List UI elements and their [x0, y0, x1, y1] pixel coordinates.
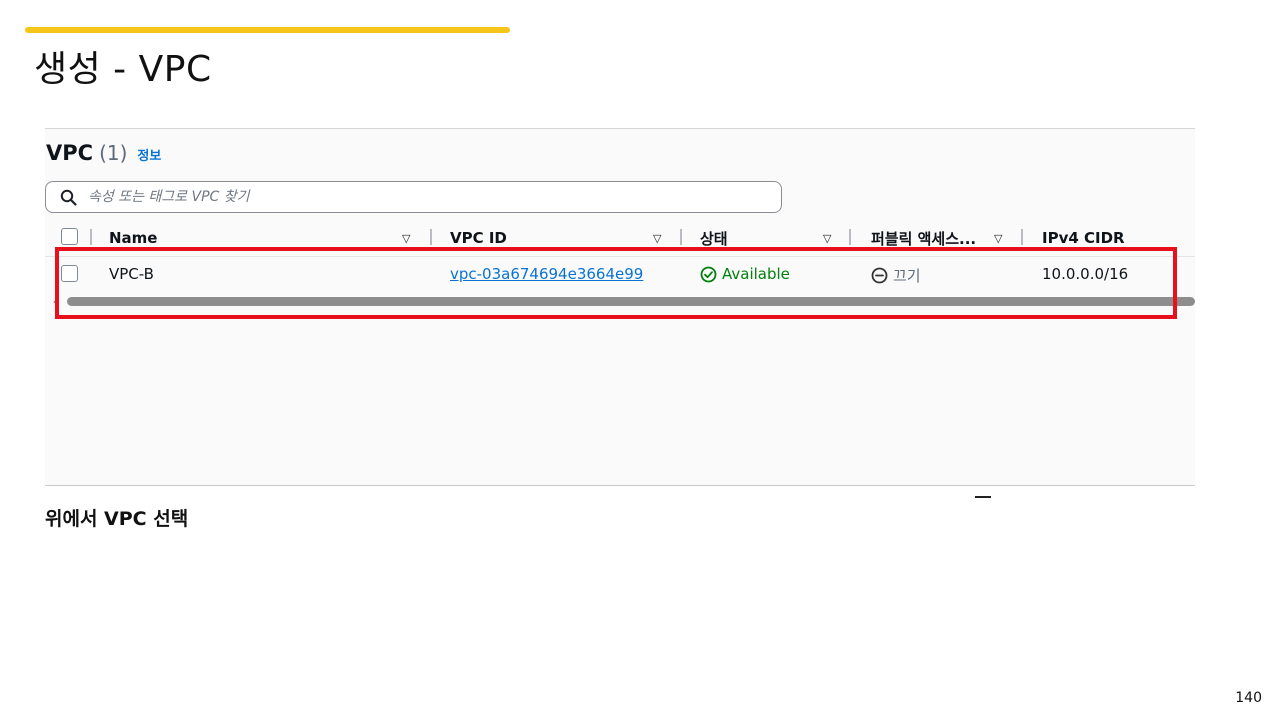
column-header-label: Name [109, 229, 158, 247]
column-divider[interactable] [1021, 229, 1023, 245]
column-header-label: 퍼블릭 액세스... [871, 229, 977, 248]
sort-down-icon[interactable]: ▽ [994, 232, 1002, 245]
column-divider [90, 229, 92, 245]
column-header-vpc-id[interactable]: VPC ID ▽ [450, 227, 680, 249]
search-icon [58, 187, 78, 207]
column-header-label: VPC ID [450, 229, 507, 247]
column-divider[interactable] [430, 229, 432, 245]
info-link[interactable]: 정보 [137, 145, 161, 164]
column-header-label: IPv4 CIDR [1042, 229, 1125, 247]
sort-down-icon[interactable]: ▽ [823, 232, 831, 245]
search-input[interactable] [88, 189, 738, 205]
column-header-name[interactable]: Name ▽ [109, 227, 429, 249]
column-divider[interactable] [849, 229, 851, 245]
column-header-label: 상태 [700, 229, 728, 248]
title-accent-bar [25, 27, 510, 33]
panel-title: VPC [46, 141, 94, 165]
select-all-checkbox[interactable] [61, 228, 78, 245]
sort-down-icon[interactable]: ▽ [402, 232, 410, 245]
column-header-public-access[interactable]: 퍼블릭 액세스... ▽ [871, 227, 1021, 249]
slide-title: 생성 - VPC [34, 49, 212, 90]
sort-down-icon[interactable]: ▽ [653, 232, 661, 245]
page-number: 140 [1235, 690, 1262, 706]
panel-header: VPC (1) 정보 [46, 141, 161, 165]
column-header-status[interactable]: 상태 ▽ [700, 227, 850, 249]
column-header-ipv4-cidr[interactable]: IPv4 CIDR [1042, 227, 1192, 249]
column-divider[interactable] [680, 229, 682, 245]
panel-count: (1) [99, 141, 128, 165]
slide-caption: 위에서 VPC 선택 [45, 508, 189, 530]
search-field[interactable] [45, 181, 782, 213]
row-highlight-box [55, 247, 1177, 319]
panel-resize-handle[interactable] [975, 496, 991, 498]
